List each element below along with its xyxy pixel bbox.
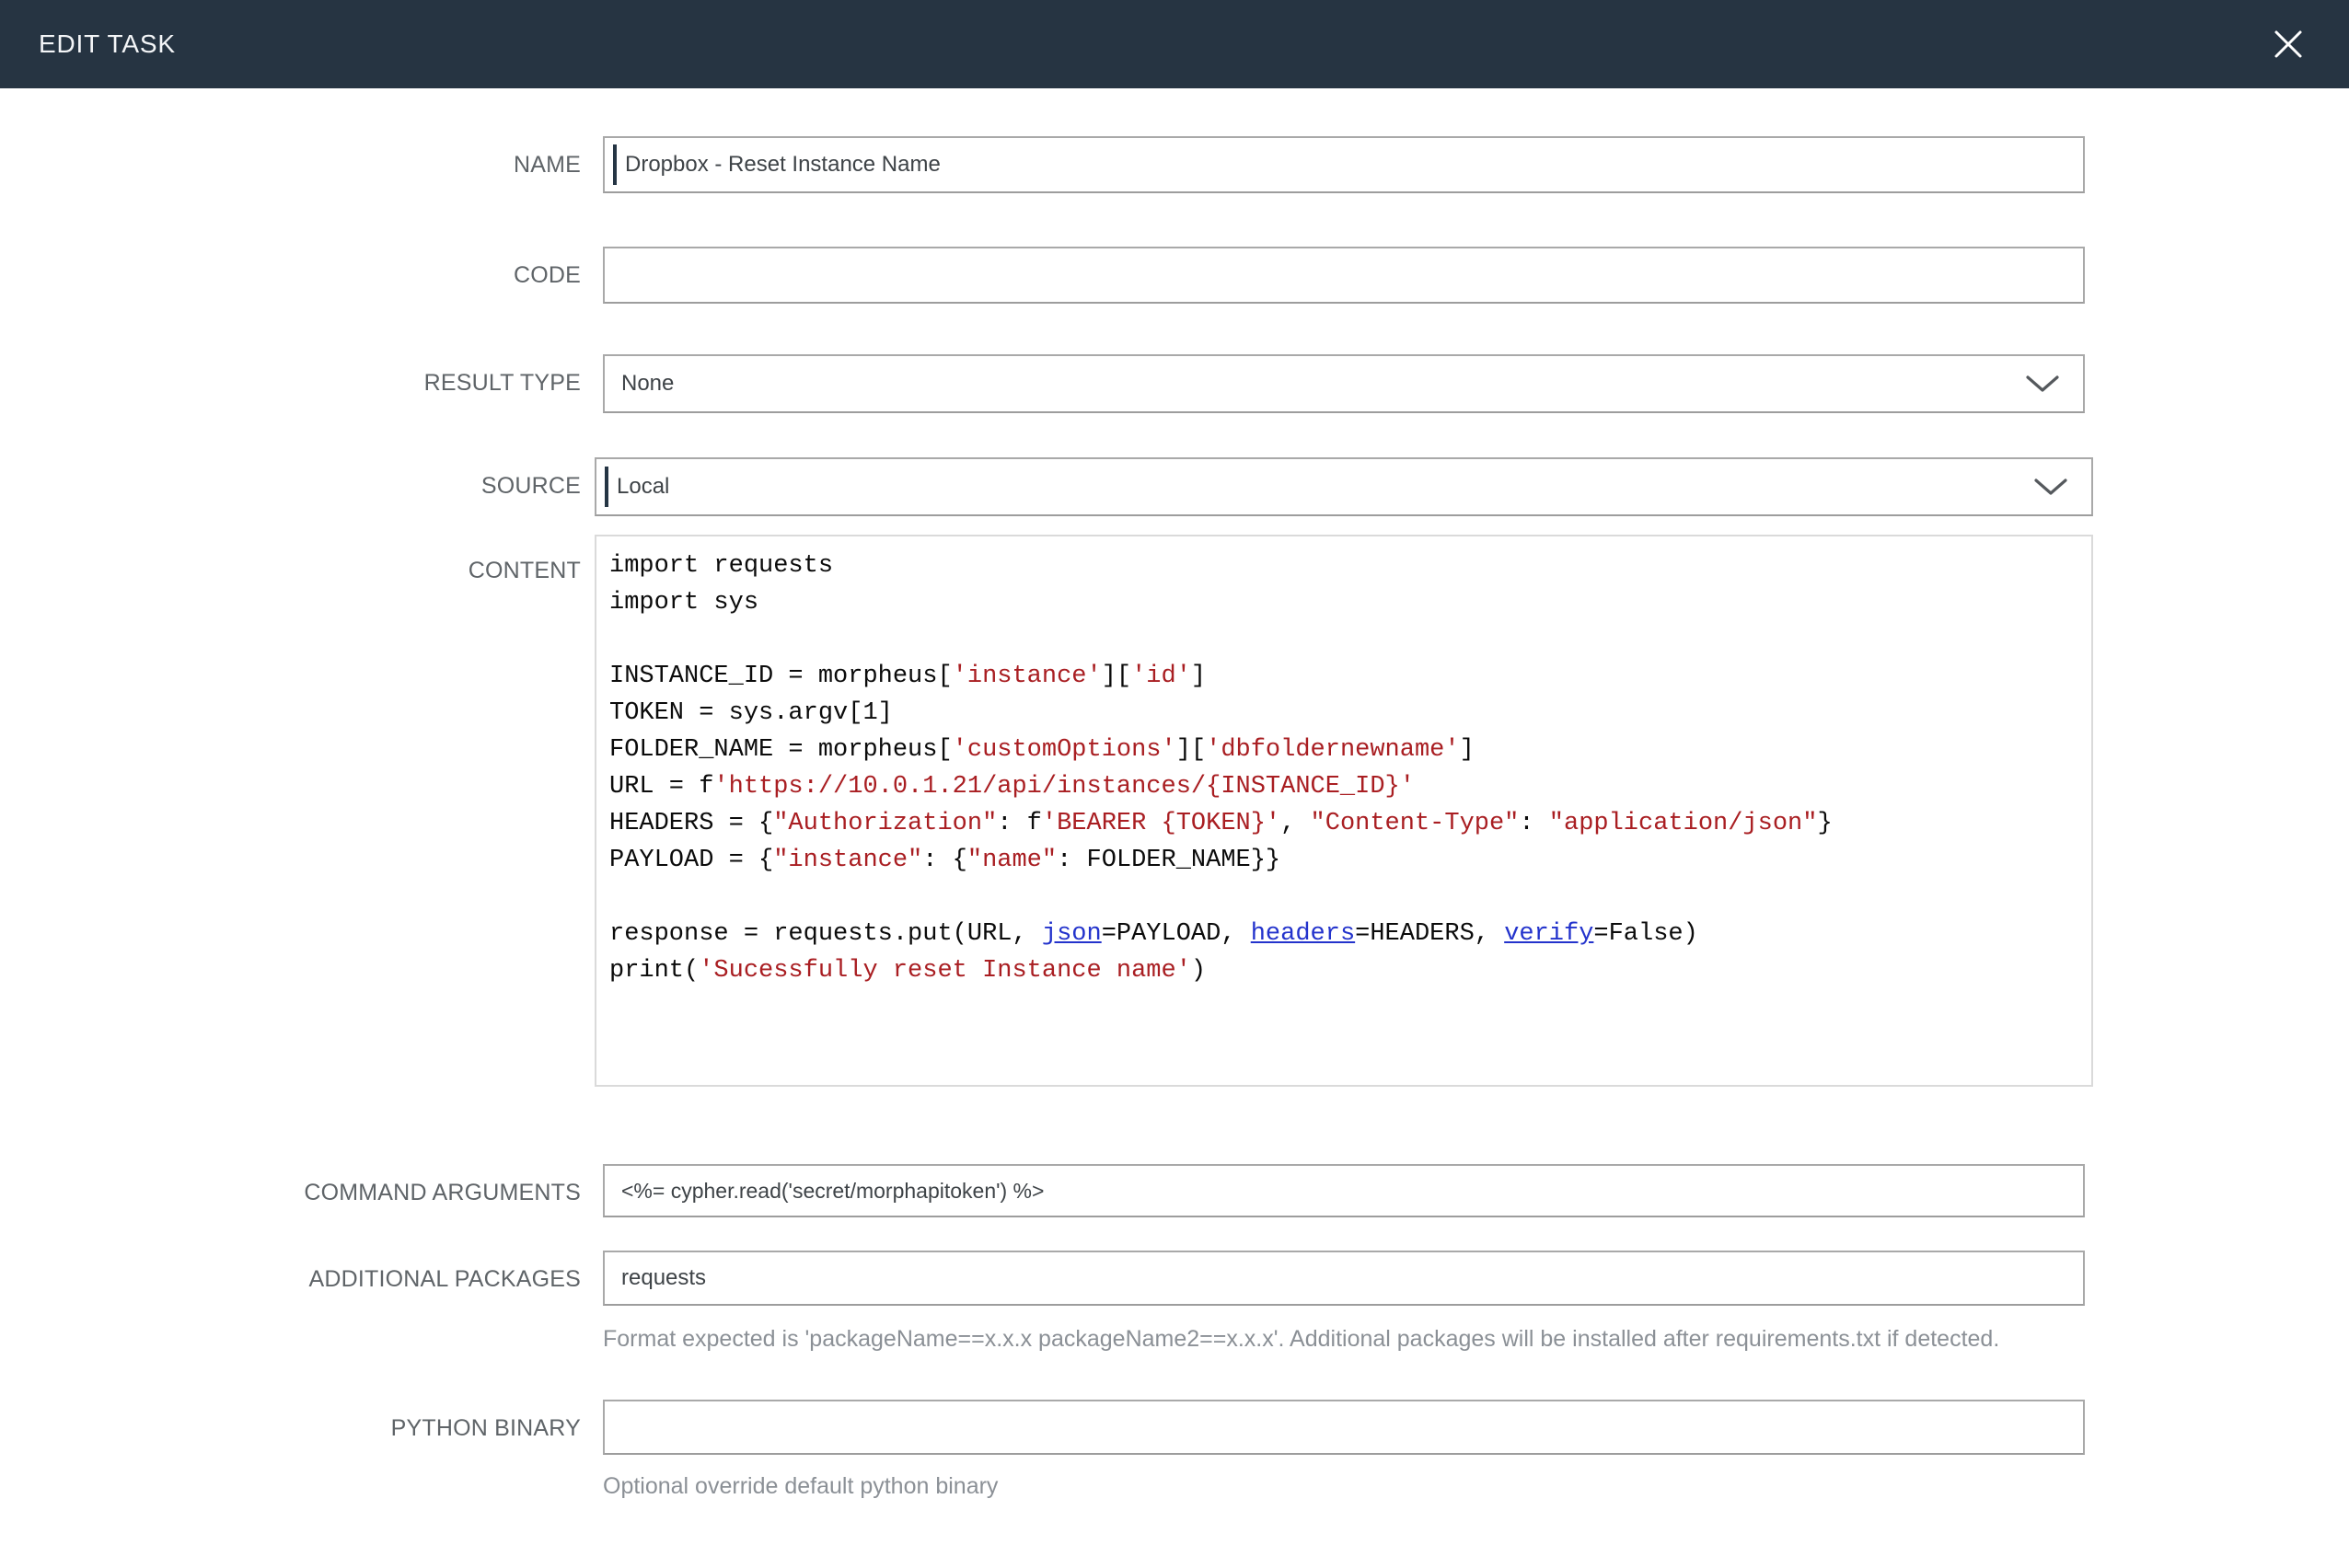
- source-label: SOURCE: [480, 473, 581, 499]
- form-row-result-type: RESULT TYPE None: [0, 354, 2349, 413]
- close-button[interactable]: [2268, 24, 2308, 64]
- modal-header: EDIT TASK: [0, 0, 2349, 88]
- additional-packages-help: Format expected is 'packageName==x.x.x p…: [603, 1326, 2000, 1352]
- additional-packages-value: requests: [621, 1265, 707, 1290]
- modal-title: EDIT TASK: [39, 29, 176, 58]
- form-row-content: CONTENT import requests import sys INSTAN…: [0, 535, 2349, 1087]
- python-binary-input[interactable]: [603, 1400, 2085, 1455]
- form-row-additional-packages: ADDITIONAL PACKAGES requests Format expe…: [0, 1251, 2349, 1357]
- result-type-label: RESULT TYPE: [423, 370, 581, 396]
- additional-packages-input[interactable]: requests: [603, 1251, 2085, 1306]
- python-binary-label: PYTHON BINARY: [390, 1415, 581, 1441]
- command-arguments-label: COMMAND ARGUMENTS: [304, 1180, 581, 1205]
- form-row-name: NAME Dropbox - Reset Instance Name: [0, 136, 2349, 193]
- code-label: CODE: [513, 262, 581, 288]
- form-row-command-arguments: COMMAND ARGUMENTS <%= cypher.read('secre…: [0, 1164, 2349, 1221]
- content-label: CONTENT: [468, 558, 581, 583]
- form-row-source: SOURCE Local: [0, 457, 2349, 516]
- close-icon: [2274, 30, 2302, 58]
- content-editor[interactable]: import requests import sys INSTANCE_ID = …: [595, 535, 2093, 1087]
- name-label: NAME: [513, 152, 581, 178]
- python-binary-help: Optional override default python binary: [603, 1473, 999, 1499]
- command-arguments-input[interactable]: <%= cypher.read('secret/morphapitoken') …: [603, 1164, 2085, 1217]
- result-type-select[interactable]: None: [603, 354, 2085, 413]
- code-input[interactable]: [603, 247, 2085, 304]
- form-row-code: CODE: [0, 247, 2349, 304]
- command-arguments-value: <%= cypher.read('secret/morphapitoken') …: [621, 1178, 1045, 1203]
- chevron-down-icon: [2026, 375, 2059, 392]
- name-input-value: Dropbox - Reset Instance Name: [625, 152, 941, 177]
- additional-packages-label: ADDITIONAL PACKAGES: [308, 1266, 581, 1292]
- name-input[interactable]: Dropbox - Reset Instance Name: [603, 136, 2085, 193]
- source-select[interactable]: Local: [595, 457, 2093, 516]
- chevron-down-icon: [2034, 478, 2067, 495]
- result-type-value: None: [621, 371, 675, 396]
- edit-task-form: NAME Dropbox - Reset Instance Name CODE …: [0, 88, 2349, 1505]
- form-row-python-binary: PYTHON BINARY Optional override default …: [0, 1400, 2349, 1505]
- source-value: Local: [617, 474, 670, 499]
